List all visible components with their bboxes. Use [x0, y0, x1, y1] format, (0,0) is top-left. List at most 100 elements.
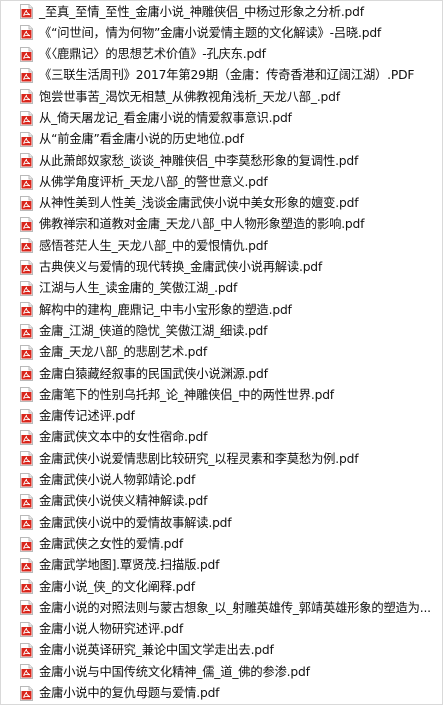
file-name: 佛教禅宗和道教对金庸_天龙八部_中人物形象塑造的影响.pdf — [39, 217, 365, 232]
pdf-icon — [20, 493, 33, 509]
file-name: 金庸_江湖_侠道的隐忧_笑傲江湖_细读.pdf — [39, 323, 268, 338]
file-name: 金庸小说英译研究_兼论中国文学走出去.pdf — [39, 643, 274, 658]
pdf-icon — [20, 579, 33, 595]
pdf-icon — [20, 323, 33, 339]
pdf-icon — [20, 174, 33, 190]
file-list: _至真_至情_至性_金庸小说_神雕侠侣_中杨过形象之分析.pdf 《“问世间，情… — [0, 0, 443, 705]
pdf-icon — [20, 408, 33, 424]
pdf-icon — [20, 25, 33, 41]
file-list-item[interactable]: 金庸武侠小说侠义精神解读.pdf — [1, 491, 442, 512]
file-name: 金庸武侠之女性的爱情.pdf — [39, 536, 184, 551]
file-list-item[interactable]: 《三联生活周刊》2017年第29期（金庸：传奇香港和辽阔江湖）.PDF — [1, 65, 442, 86]
file-name: 饱尝世事苦_渴饮无相慧_从佛教视角浅析_天龙八部_.pdf — [39, 89, 340, 104]
pdf-icon — [20, 643, 33, 659]
file-name: 《三联生活周刊》2017年第29期（金庸：传奇香港和辽阔江湖）.PDF — [39, 68, 415, 83]
file-list-item[interactable]: 金庸武侠小说人物郭靖论.pdf — [1, 470, 442, 491]
file-name: 金庸小说人物研究述评.pdf — [39, 622, 184, 637]
file-name: 金庸武侠小说人物郭靖论.pdf — [39, 473, 196, 488]
pdf-icon — [20, 557, 33, 573]
file-list-item[interactable]: 饱尝世事苦_渴饮无相慧_从佛教视角浅析_天龙八部_.pdf — [1, 86, 442, 107]
pdf-icon — [20, 46, 33, 62]
file-list-item[interactable]: 金庸武侠文本中的女性宿命.pdf — [1, 427, 442, 448]
file-list-item[interactable]: 从“前金庸”看金庸小说的历史地位.pdf — [1, 129, 442, 150]
file-list-item[interactable]: 金庸武侠之女性的爱情.pdf — [1, 533, 442, 554]
file-name: 解构中的建构_鹿鼎记_中韦小宝形象的塑造.pdf — [39, 302, 292, 317]
pdf-icon — [20, 4, 33, 20]
pdf-icon — [20, 472, 33, 488]
pdf-icon — [20, 515, 33, 531]
file-list-item[interactable]: 金庸小说中的复仇母题与爱情.pdf — [1, 683, 442, 704]
pdf-icon — [20, 600, 33, 616]
file-list-item[interactable]: 金庸小说_侠_的文化阐释.pdf — [1, 576, 442, 597]
file-list-item[interactable]: 金庸小说英译研究_兼论中国文学走出去.pdf — [1, 640, 442, 661]
file-list-item[interactable]: 古典侠义与爱情的现代转换_金庸武侠小说再解读.pdf — [1, 257, 442, 278]
file-name: 金庸传记述评.pdf — [39, 409, 135, 424]
file-name: 金庸武侠小说中的爱情故事解读.pdf — [39, 515, 232, 530]
file-list-item[interactable]: 金庸小说人物研究述评.pdf — [1, 619, 442, 640]
file-list-item[interactable]: 从神性美到人性美_浅谈金庸武侠小说中美女形象的嬗变.pdf — [1, 193, 442, 214]
file-list-item[interactable]: 《“问世间，情为何物”金庸小说爱情主题的文化解读》-吕晓.pdf — [1, 22, 442, 43]
file-name: _至真_至情_至性_金庸小说_神雕侠侣_中杨过形象之分析.pdf — [39, 4, 364, 19]
file-name: 从此萧郎奴家愁_谈谈_神雕侠侣_中李莫愁形象的复调性.pdf — [39, 153, 359, 168]
pdf-icon — [20, 536, 33, 552]
file-name: 金庸武侠文本中的女性宿命.pdf — [39, 430, 208, 445]
file-name: 感悟苍茫人生_天龙八部_中的爱恨情仇.pdf — [39, 238, 268, 253]
file-list-item[interactable]: 金庸小说与中国传统文化精神_儒_道_佛的参渗.pdf — [1, 661, 442, 682]
file-list-item[interactable]: 金庸武学地图].覃贤茂.扫描版.pdf — [1, 555, 442, 576]
file-list-item[interactable]: 从_倚天屠龙记_看金庸小说的情爱叙事意识.pdf — [1, 107, 442, 128]
pdf-icon — [20, 664, 33, 680]
pdf-icon — [20, 302, 33, 318]
pdf-icon — [20, 217, 33, 233]
file-list-item[interactable]: 金庸传记述评.pdf — [1, 406, 442, 427]
file-list-item[interactable]: 金庸_江湖_侠道的隐忧_笑傲江湖_细读.pdf — [1, 320, 442, 341]
pdf-icon — [20, 366, 33, 382]
pdf-icon — [20, 131, 33, 147]
file-name: 金庸_天龙八部_的悲剧艺术.pdf — [39, 345, 208, 360]
pdf-icon — [20, 153, 33, 169]
file-name: 《〈鹿鼎记〉的思想艺术价值》-孔庆东.pdf — [39, 47, 266, 62]
file-name: 金庸小说_侠_的文化阐释.pdf — [39, 579, 195, 594]
file-list-item[interactable]: 金庸笔下的性别乌托邦_论_神雕侠侣_中的两性世界.pdf — [1, 384, 442, 405]
file-list-item[interactable]: 金庸白猿藏经叙事的民国武侠小说渊源.pdf — [1, 363, 442, 384]
file-name: 《“问世间，情为何物”金庸小说爱情主题的文化解读》-吕晓.pdf — [39, 25, 382, 40]
pdf-icon — [20, 195, 33, 211]
pdf-icon — [20, 110, 33, 126]
file-list-item[interactable]: 从此萧郎奴家愁_谈谈_神雕侠侣_中李莫愁形象的复调性.pdf — [1, 150, 442, 171]
file-name: 金庸小说中的复仇母题与爱情.pdf — [39, 686, 220, 700]
file-list-item[interactable]: 江湖与人生_读金庸的_笑傲江湖_.pdf — [1, 278, 442, 299]
pdf-icon — [20, 621, 33, 637]
file-name: 从神性美到人性美_浅谈金庸武侠小说中美女形象的嬗变.pdf — [39, 196, 359, 211]
pdf-icon — [20, 89, 33, 105]
file-list-item[interactable]: 金庸武侠小说爱情悲剧比较研究_以程灵素和李莫愁为例.pdf — [1, 448, 442, 469]
pdf-icon — [20, 344, 33, 360]
file-name: 金庸白猿藏经叙事的民国武侠小说渊源.pdf — [39, 366, 268, 381]
pdf-icon — [20, 430, 33, 446]
file-list-item[interactable]: 感悟苍茫人生_天龙八部_中的爱恨情仇.pdf — [1, 235, 442, 256]
file-list-item[interactable]: 解构中的建构_鹿鼎记_中韦小宝形象的塑造.pdf — [1, 299, 442, 320]
file-name: 江湖与人生_读金庸的_笑傲江湖_.pdf — [39, 281, 238, 296]
pdf-icon — [20, 685, 33, 701]
file-list-item[interactable]: 从佛学角度评析_天龙八部_的警世意义.pdf — [1, 171, 442, 192]
file-list-item[interactable]: _至真_至情_至性_金庸小说_神雕侠侣_中杨过形象之分析.pdf — [1, 1, 442, 22]
pdf-icon — [20, 68, 33, 84]
pdf-icon — [20, 451, 33, 467]
file-name: 从佛学角度评析_天龙八部_的警世意义.pdf — [39, 174, 268, 189]
file-name: 金庸笔下的性别乌托邦_论_神雕侠侣_中的两性世界.pdf — [39, 387, 334, 402]
pdf-icon — [20, 238, 33, 254]
file-name: 从_倚天屠龙记_看金庸小说的情爱叙事意识.pdf — [39, 110, 292, 125]
file-list-item[interactable]: 金庸武侠小说中的爱情故事解读.pdf — [1, 512, 442, 533]
file-name: 金庸武侠小说侠义精神解读.pdf — [39, 494, 208, 509]
file-name: 金庸武学地图].覃贤茂.扫描版.pdf — [39, 558, 220, 573]
file-name: 金庸小说与中国传统文化精神_儒_道_佛的参渗.pdf — [39, 664, 310, 679]
file-list-item[interactable]: 金庸小说的对照法则与蒙古想象_以_射雕英雄传_郭靖英雄形象的塑造为... — [1, 597, 442, 618]
pdf-icon — [20, 387, 33, 403]
file-list-item[interactable]: 《〈鹿鼎记〉的思想艺术价值》-孔庆东.pdf — [1, 44, 442, 65]
file-list-item[interactable]: 佛教禅宗和道教对金庸_天龙八部_中人物形象塑造的影响.pdf — [1, 214, 442, 235]
pdf-icon — [20, 281, 33, 296]
file-name: 金庸武侠小说爱情悲剧比较研究_以程灵素和李莫愁为例.pdf — [39, 451, 359, 466]
file-name: 金庸小说的对照法则与蒙古想象_以_射雕英雄传_郭靖英雄形象的塑造为... — [39, 600, 431, 615]
file-name: 古典侠义与爱情的现代转换_金庸武侠小说再解读.pdf — [39, 260, 323, 275]
file-name: 从“前金庸”看金庸小说的历史地位.pdf — [39, 132, 244, 147]
file-list-item[interactable]: 金庸_天龙八部_的悲剧艺术.pdf — [1, 342, 442, 363]
pdf-icon — [20, 259, 33, 275]
